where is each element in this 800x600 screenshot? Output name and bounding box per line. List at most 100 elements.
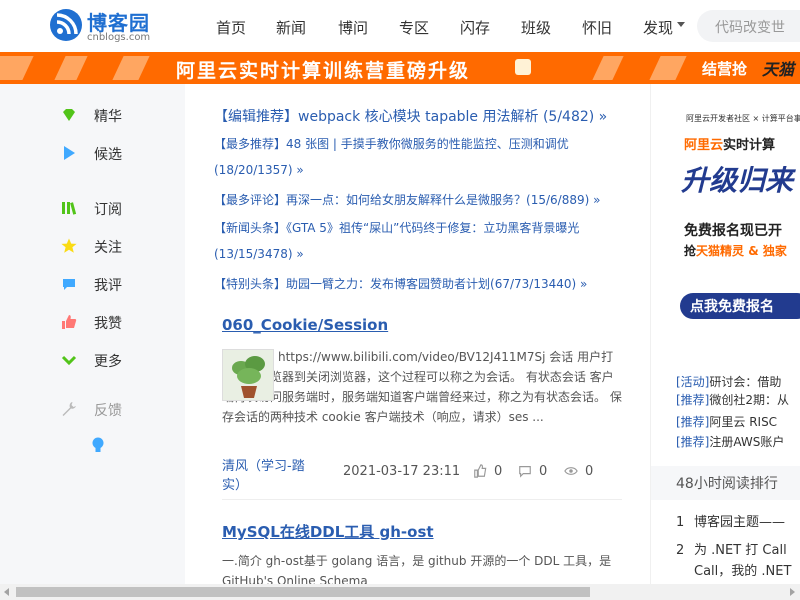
ad-signup-text: 免费报名现已开 [684, 223, 782, 239]
rank-number: 2 [676, 543, 685, 558]
sidebar-item-following[interactable]: 关注 [0, 231, 185, 261]
ad-title-brand: 阿里云 [684, 138, 724, 153]
ad-prize: 抢天猫精灵 & 独家 [684, 242, 787, 259]
left-sidebar: 精华 候选 订阅 关注 我评 我赞 更多 反馈 [0, 84, 185, 584]
rank-text: Call，我的 .NET [694, 564, 792, 579]
ad-title-text: 实时计算 [723, 138, 776, 153]
promo-tag: [活动] [676, 375, 710, 389]
sidebar-item-label: 关注 [94, 240, 122, 256]
headline-text: 助园一臂之力：发布博客园赞助者计划(67/73/13440) » [286, 277, 588, 291]
comment-icon[interactable] [518, 464, 532, 478]
headline-text: 48 张图 | 手摸手教你微服务的性能监控、压测和调优 [286, 137, 569, 151]
banner-title: 阿里云实时计算训练营重磅升级 [176, 60, 471, 82]
headline-item[interactable]: (18/20/1357) » [214, 163, 304, 177]
rss-icon [50, 9, 82, 41]
nav-questions[interactable]: 博问 [338, 17, 368, 38]
headline-item[interactable]: 【最多评论】再深一点：如何给女朋友解释什么是微服务？(15/6/889) » [214, 191, 600, 208]
ad-signup-button[interactable]: 点我免费报名 [680, 293, 800, 319]
lightbulb-icon [92, 437, 104, 452]
scrollbar-thumb[interactable] [16, 587, 590, 597]
promo-tag: [推荐] [676, 393, 710, 407]
sidebar-item-more[interactable]: 更多 [0, 345, 185, 375]
headline-item[interactable]: 【最多推荐】48 张图 | 手摸手教你微服务的性能监控、压测和调优 [214, 135, 569, 152]
sidebar-item-label: 我评 [94, 278, 122, 294]
post-date: 2021-03-17 23:11 [343, 464, 461, 479]
promo-tag: [推荐] [676, 415, 710, 429]
sidebar-item-label: 订阅 [94, 202, 122, 218]
promo-text: 研讨会：借助 [709, 375, 782, 389]
horizontal-scrollbar[interactable] [0, 584, 800, 600]
post-thumbnail[interactable] [222, 349, 274, 401]
sidebar-item-candidates[interactable]: 候选 [0, 138, 185, 168]
headline-tag: 【新闻头条】 [214, 221, 287, 235]
sidebar-item-label: 候选 [94, 147, 122, 163]
site-logo[interactable]: 博客园 cnblogs.com [50, 7, 160, 45]
right-column: 阿里云开发者社区 × 计算平台事业 阿里云实时计算 升级归来 免费报名现已开 抢… [650, 84, 800, 584]
post-title[interactable]: 060_Cookie/Session [222, 316, 388, 334]
headline-tag: 【最多评论】 [214, 193, 287, 207]
promo-item[interactable]: [推荐]注册AWS账户 [676, 433, 784, 450]
headline-item[interactable]: (13/15/3478) » [214, 247, 304, 261]
books-icon [62, 202, 77, 215]
top-navbar: 博客园 cnblogs.com 首页 新闻 博问 专区 闪存 班级 怀旧 发现 … [0, 0, 800, 52]
play-icon [64, 146, 75, 160]
comment-icon [63, 279, 75, 290]
sidebar-item-featured[interactable]: 精华 [0, 100, 185, 130]
headline-item[interactable]: 【编辑推荐】webpack 核心模块 tapable 用法解析 (5/482) … [214, 106, 607, 126]
sidebar-item-subscriptions[interactable]: 订阅 [0, 193, 185, 223]
sidebar-item-label: 精华 [94, 109, 122, 125]
sidebar-item-my-likes[interactable]: 我赞 [0, 307, 185, 337]
scroll-right-icon[interactable] [790, 588, 795, 596]
post-title[interactable]: MySQL在线DDL工具 gh-ost [222, 521, 434, 542]
rank-number: 1 [676, 515, 685, 530]
ad-banner[interactable]: 阿里云开发者社区 × 计算平台事业 阿里云实时计算 升级归来 免费报名现已开 抢… [676, 104, 800, 334]
wrench-icon [62, 402, 76, 416]
comments-count: 0 [539, 464, 548, 479]
rank-item[interactable]: 1 博客园主题—— [676, 512, 785, 533]
headline-tag: 【特别头条】 [214, 277, 287, 291]
banner-decoration [54, 56, 88, 80]
sidebar-item-my-comments[interactable]: 我评 [0, 269, 185, 299]
banner-decoration [592, 56, 624, 80]
nav-flash[interactable]: 闪存 [460, 17, 490, 38]
nav-news[interactable]: 新闻 [276, 17, 306, 38]
sidebar-item-tips[interactable] [0, 430, 185, 460]
sidebar-item-label: 反馈 [94, 403, 122, 419]
headline-text: webpack 核心模块 tapable 用法解析 (5/482) » [298, 109, 608, 125]
promo-text: 微创社2期：从 [709, 393, 790, 407]
headline-tag: 【最多推荐】 [214, 137, 287, 151]
post-summary: 一.简介 gh-ost基于 golang 语言，是 github 开源的一个 D… [222, 554, 612, 584]
sidebar-item-feedback[interactable]: 反馈 [0, 394, 185, 424]
rank-text: 博客园主题—— [694, 515, 786, 530]
nav-class[interactable]: 班级 [521, 17, 551, 38]
nav-home[interactable]: 首页 [216, 17, 246, 38]
headline-tag: 【编辑推荐】 [214, 109, 298, 125]
likes-count: 0 [494, 464, 503, 479]
headline-item[interactable]: 【特别头条】助园一臂之力：发布博客园赞助者计划(67/73/13440) » [214, 275, 587, 292]
headline-item[interactable]: 【新闻头条】《GTA 5》祖传“屎山”代码终于修复：立功黑客背景曝光 [214, 219, 579, 236]
chevron-down-icon[interactable] [677, 22, 685, 27]
chevron-down-icon [61, 355, 77, 366]
promo-item[interactable]: [活动]研讨会：借助 [676, 373, 781, 390]
promo-text: 注册AWS账户 [709, 435, 785, 449]
promo-tag: [推荐] [676, 435, 710, 449]
thumb-up-icon[interactable] [473, 464, 487, 478]
logo-subtitle: cnblogs.com [87, 32, 151, 43]
nav-nostalgia[interactable]: 怀旧 [582, 17, 612, 38]
nav-discover[interactable]: 发现 [643, 17, 673, 38]
gem-icon [63, 109, 75, 121]
ad-org: 阿里云开发者社区 × 计算平台事业 [686, 114, 800, 123]
promo-item[interactable]: [推荐]阿里云 RISC [676, 413, 777, 430]
search-input[interactable]: 代码改变世 [697, 10, 800, 42]
rank-text: 为 .NET 打 Call [694, 543, 787, 558]
main-content: 【编辑推荐】webpack 核心模块 tapable 用法解析 (5/482) … [205, 84, 625, 584]
scroll-left-icon[interactable] [4, 588, 9, 596]
nav-zone[interactable]: 专区 [399, 17, 429, 38]
reading-rank-title: 48小时阅读排行 [651, 466, 800, 500]
rank-item[interactable]: 2 为 .NET 打 Call [676, 540, 787, 561]
rocket-icon [515, 59, 531, 75]
promo-banner[interactable]: 阿里云实时计算训练营重磅升级 结营抢 天猫 [0, 52, 800, 84]
rank-item[interactable]: Call，我的 .NET [676, 561, 791, 582]
promo-item[interactable]: [推荐]微创社2期：从 [676, 391, 789, 408]
post-author[interactable]: 清风（学习-踏实） [222, 457, 322, 495]
